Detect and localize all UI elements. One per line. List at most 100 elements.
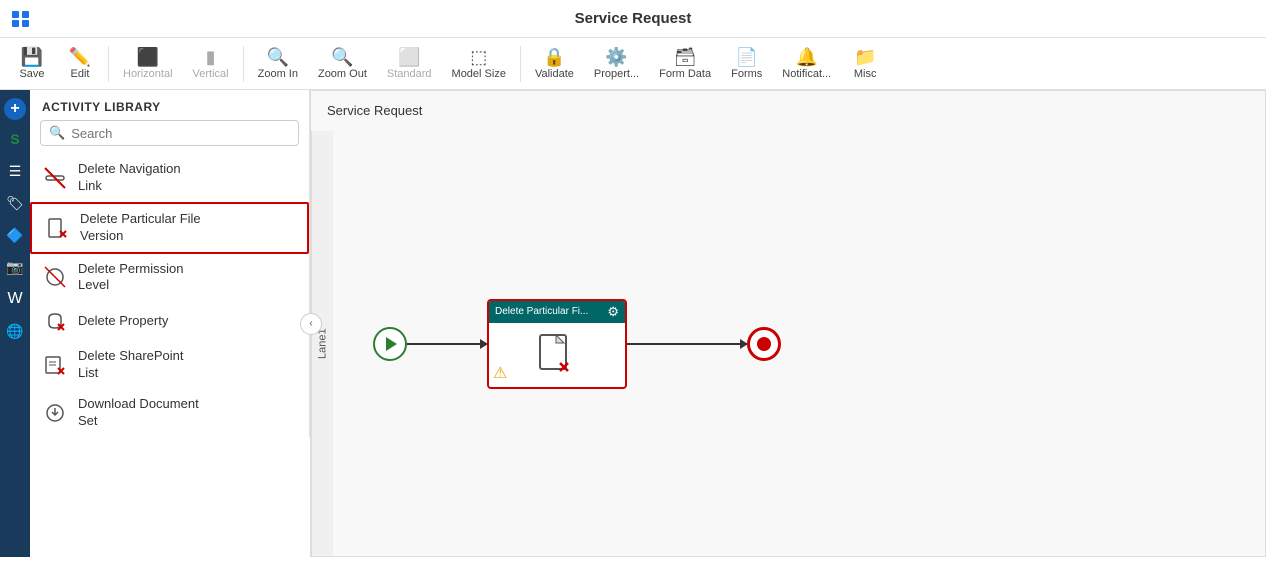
sidebar-icon-globe[interactable]: 🌐: [2, 318, 28, 344]
zoom-in-label: Zoom In: [258, 68, 298, 80]
zoom-in-button[interactable]: 🔍 Zoom In: [250, 44, 306, 84]
model-size-icon: ⬚: [470, 48, 487, 66]
notifications-button[interactable]: 🔔 Notificat...: [774, 44, 839, 84]
delete-permission-label: Delete PermissionLevel: [78, 261, 184, 295]
node-body: ⚠: [489, 323, 625, 387]
delete-property-label: Delete Property: [78, 313, 168, 330]
validate-icon: 🔒: [543, 48, 565, 66]
form-data-button[interactable]: 🗃 Form Data: [651, 44, 719, 84]
vertical-icon: ▮: [206, 48, 216, 66]
save-button[interactable]: 💾 Save: [10, 44, 54, 84]
zoom-out-label: Zoom Out: [318, 68, 367, 80]
activity-node[interactable]: Delete Particular Fi... ⚙: [487, 299, 627, 389]
delete-permission-icon: [42, 264, 68, 290]
canvas-inner: Service Request Lane1 Delete Partic: [310, 90, 1266, 557]
divider-1: [108, 46, 109, 82]
collapse-panel-button[interactable]: ‹: [300, 313, 322, 335]
activity-library-header: ACTIVITY LIBRARY: [30, 90, 309, 120]
notifications-label: Notificat...: [782, 68, 831, 80]
lane-content: Delete Particular Fi... ⚙: [333, 131, 1265, 556]
start-event[interactable]: [373, 327, 407, 361]
node-gear-icon[interactable]: ⚙: [607, 304, 619, 320]
edit-label: Edit: [71, 68, 90, 80]
node-warning-icon: ⚠: [493, 363, 507, 383]
list-item[interactable]: Delete Property: [30, 301, 309, 341]
arrow-to-end: [627, 343, 747, 345]
sidebar-icon-zoom[interactable]: 🔷: [2, 222, 28, 248]
vertical-label: Vertical: [193, 68, 229, 80]
app-grid-icon[interactable]: [12, 11, 30, 27]
vertical-button[interactable]: ▮ Vertical: [185, 44, 237, 84]
standard-label: Standard: [387, 68, 432, 80]
node-file-icon: [538, 333, 576, 377]
save-label: Save: [19, 68, 44, 80]
sidebar-icon-tag[interactable]: 🏷: [2, 190, 28, 216]
list-item[interactable]: Delete SharePointList: [30, 341, 309, 389]
zoom-out-icon: 🔍: [331, 48, 353, 66]
notifications-icon: 🔔: [796, 48, 818, 66]
misc-button[interactable]: 📁 Misc: [843, 44, 887, 84]
divider-2: [243, 46, 244, 82]
sidebar-icon-wordpress[interactable]: W: [2, 286, 28, 312]
properties-button[interactable]: ⚙️ Propert...: [586, 44, 647, 84]
lane-label: Lane1: [311, 131, 333, 556]
properties-label: Propert...: [594, 68, 639, 80]
horizontal-label: Horizontal: [123, 68, 173, 80]
title-bar: Service Request: [0, 0, 1266, 38]
canvas-label: Service Request: [327, 103, 422, 118]
activity-list: Delete NavigationLink Delete Particular …: [30, 154, 309, 437]
node-header: Delete Particular Fi... ⚙: [489, 301, 625, 323]
form-data-icon: 🗃: [674, 48, 697, 66]
sidebar-icon-sharepoint[interactable]: S: [2, 126, 28, 152]
zoom-in-icon: 🔍: [267, 48, 289, 66]
edit-button[interactable]: ✏️ Edit: [58, 44, 102, 84]
delete-nav-link-label: Delete NavigationLink: [78, 161, 181, 195]
sidebar-icon-plus[interactable]: +: [4, 98, 26, 120]
model-size-button[interactable]: ⬚ Model Size: [444, 44, 514, 84]
properties-icon: ⚙️: [605, 48, 627, 66]
download-doc-set-label: Download DocumentSet: [78, 396, 199, 430]
list-item[interactable]: Download DocumentSet: [30, 389, 309, 437]
sidebar-icon-list[interactable]: ☰: [2, 158, 28, 184]
download-doc-set-icon: [42, 400, 68, 426]
validate-button[interactable]: 🔒 Validate: [527, 44, 582, 84]
delete-nav-link-icon: [42, 165, 68, 191]
horizontal-icon: ⬛: [137, 48, 159, 66]
list-item[interactable]: Delete Particular FileVersion: [30, 202, 309, 254]
delete-property-icon: [42, 308, 68, 334]
page-title: Service Request: [575, 10, 692, 27]
forms-icon: 📄: [735, 48, 757, 66]
activity-library-panel: ACTIVITY LIBRARY 🔍 Delete NavigationLink: [30, 90, 310, 557]
activity-panel: ACTIVITY LIBRARY 🔍 Delete NavigationLink: [30, 90, 310, 437]
standard-icon: ⬜: [398, 48, 420, 66]
canvas-area[interactable]: Service Request Lane1 Delete Partic: [310, 90, 1266, 557]
node-title: Delete Particular Fi...: [495, 306, 588, 317]
list-item[interactable]: Delete PermissionLevel: [30, 254, 309, 302]
activity-search-box[interactable]: 🔍: [40, 120, 299, 146]
validate-label: Validate: [535, 68, 574, 80]
divider-3: [520, 46, 521, 82]
end-event[interactable]: [747, 327, 781, 361]
list-item[interactable]: Delete NavigationLink: [30, 154, 309, 202]
lane: Lane1 Delete Particular Fi... ⚙: [311, 131, 1265, 556]
delete-particular-file-icon: [44, 215, 70, 241]
delete-sharepoint-icon: [42, 352, 68, 378]
delete-sharepoint-label: Delete SharePointList: [78, 348, 184, 382]
forms-button[interactable]: 📄 Forms: [723, 44, 770, 84]
zoom-out-button[interactable]: 🔍 Zoom Out: [310, 44, 375, 84]
save-icon: 💾: [21, 48, 43, 66]
sidebar-icon-camera[interactable]: 📷: [2, 254, 28, 280]
search-input[interactable]: [71, 126, 290, 141]
flow-row: Delete Particular Fi... ⚙: [333, 299, 1265, 389]
icon-sidebar: + S ☰ 🏷 🔷 📷 W 🌐: [0, 90, 30, 557]
form-data-label: Form Data: [659, 68, 711, 80]
standard-button[interactable]: ⬜ Standard: [379, 44, 440, 84]
search-icon: 🔍: [49, 125, 65, 141]
arrow-to-node: [407, 343, 487, 345]
misc-label: Misc: [854, 68, 877, 80]
toolbar: 💾 Save ✏️ Edit ⬛ Horizontal ▮ Vertical 🔍…: [0, 38, 1266, 90]
horizontal-button[interactable]: ⬛ Horizontal: [115, 44, 181, 84]
misc-icon: 📁: [854, 48, 876, 66]
model-size-label: Model Size: [452, 68, 506, 80]
main-layout: + S ☰ 🏷 🔷 📷 W 🌐 ACTIVITY LIBRARY 🔍 Delet…: [0, 90, 1266, 557]
